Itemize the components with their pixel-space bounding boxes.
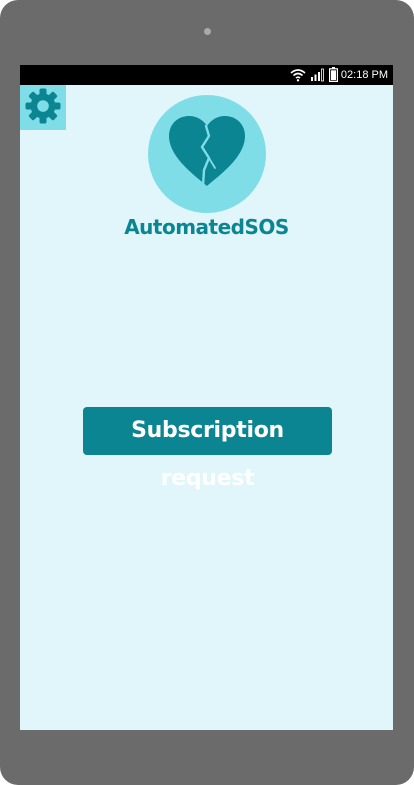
battery-icon <box>329 67 339 86</box>
gear-icon <box>24 87 62 129</box>
app-logo <box>148 95 266 213</box>
app-name: AutomatedSOS <box>124 215 289 239</box>
settings-button[interactable] <box>20 85 66 130</box>
status-bar: 02:18 PM <box>20 65 393 85</box>
signal-icon <box>310 67 324 86</box>
subscription-request-button[interactable]: Subscription request <box>83 407 332 491</box>
wifi-icon <box>290 67 306 86</box>
device-frame: 02:18 PM AutomatedSOS Subscription reque… <box>0 0 414 785</box>
camera-dot <box>204 28 211 35</box>
broken-heart-icon <box>167 116 247 192</box>
app-screen: 02:18 PM AutomatedSOS Subscription reque… <box>20 65 393 730</box>
status-time: 02:18 PM <box>340 69 388 81</box>
